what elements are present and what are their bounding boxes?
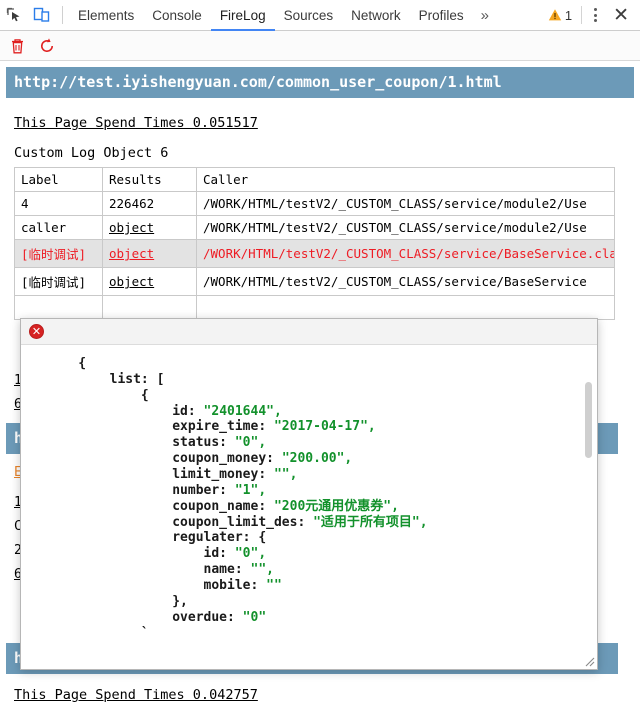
resize-grip-icon[interactable] — [582, 654, 595, 667]
modal-header: ✕ — [21, 319, 597, 345]
json-content: { list: [ { id: "2401644", expire_time: … — [78, 356, 428, 641]
toolbar-divider — [62, 6, 63, 24]
tab-console[interactable]: Console — [143, 0, 211, 31]
custom-log-table: Label Results Caller 4 226462 /WORK/HTML… — [14, 167, 615, 321]
page-spend-time-bottom: This Page Spend Times 0.042757 — [14, 687, 258, 703]
firelog-toolbar — [0, 31, 640, 61]
tab-profiles[interactable]: Profiles — [410, 0, 473, 31]
table-row: [临时调试] object /WORK/HTML/testV2/_CUSTOM_… — [14, 238, 615, 269]
tab-network[interactable]: Network — [342, 0, 410, 31]
row-results: object — [102, 238, 197, 269]
json-viewer-modal: ✕ { list: [ { id: "2401644", expire_time… — [20, 318, 598, 670]
screenshot-root: Elements Console FireLog Sources Network… — [0, 0, 640, 716]
warning-count: 1 — [564, 7, 573, 23]
more-options-icon[interactable] — [585, 8, 606, 22]
row-caller: /WORK/HTML/testV2/_CUSTOM_CLASS/service/… — [196, 215, 615, 240]
devtools-tab-bar: Elements Console FireLog Sources Network… — [0, 0, 640, 31]
row-label — [14, 295, 103, 321]
devtools-tabs: Elements Console FireLog Sources Network… — [69, 0, 542, 31]
table-row: 4 226462 /WORK/HTML/testV2/_CUSTOM_CLASS… — [14, 191, 615, 216]
device-toolbar-icon[interactable] — [28, 1, 56, 29]
tab-elements[interactable]: Elements — [69, 0, 143, 31]
column-header-caller: Caller — [196, 167, 615, 192]
row-label: [临时调试] — [14, 238, 103, 269]
row-label: 4 — [14, 191, 103, 216]
object-link[interactable]: object — [109, 274, 154, 289]
row-label: [临时调试] — [14, 267, 103, 297]
modal-body[interactable]: { list: [ { id: "2401644", expire_time: … — [21, 346, 597, 669]
page-url-bar: http://test.iyishengyuan.com/common_user… — [6, 67, 634, 98]
column-header-label: Label — [14, 167, 103, 192]
row-caller: /WORK/HTML/testV2/_CUSTOM_CLASS/service/… — [196, 191, 615, 216]
object-link[interactable]: object — [109, 220, 154, 235]
row-results: 226462 — [102, 191, 197, 216]
row-label: caller — [14, 215, 103, 240]
status-divider — [581, 6, 583, 24]
vertical-scrollbar[interactable] — [585, 382, 592, 458]
row-results — [102, 295, 197, 321]
tab-sources[interactable]: Sources — [275, 0, 343, 31]
warning-indicator[interactable]: 1 — [542, 8, 578, 23]
trash-icon[interactable] — [6, 35, 28, 57]
inspect-element-icon[interactable] — [0, 1, 28, 29]
table-row — [14, 295, 615, 321]
custom-log-title: Custom Log Object 6 — [14, 145, 169, 161]
page-spend-time-top: This Page Spend Times 0.051517 — [14, 115, 258, 131]
refresh-icon[interactable] — [36, 35, 58, 57]
devtools-status-area: 1 ✕ — [542, 6, 640, 25]
close-circle-icon[interactable]: ✕ — [29, 324, 44, 339]
row-results: object — [102, 267, 197, 297]
close-devtools-icon[interactable]: ✕ — [606, 6, 636, 25]
tabs-overflow-button[interactable]: » — [473, 0, 497, 31]
object-link[interactable]: object — [109, 246, 154, 261]
table-row: caller object /WORK/HTML/testV2/_CUSTOM_… — [14, 215, 615, 240]
row-caller: /WORK/HTML/testV2/_CUSTOM_CLASS/service/… — [196, 267, 615, 297]
warning-triangle-icon — [548, 9, 562, 21]
row-results: object — [102, 215, 197, 240]
tab-firelog[interactable]: FireLog — [211, 0, 275, 31]
table-row: [临时调试] object /WORK/HTML/testV2/_CUSTOM_… — [14, 267, 615, 297]
column-header-results: Results — [102, 167, 197, 192]
row-caller — [196, 295, 615, 321]
row-caller: /WORK/HTML/testV2/_CUSTOM_CLASS/service/… — [196, 238, 615, 269]
table-header-row: Label Results Caller — [14, 167, 615, 192]
